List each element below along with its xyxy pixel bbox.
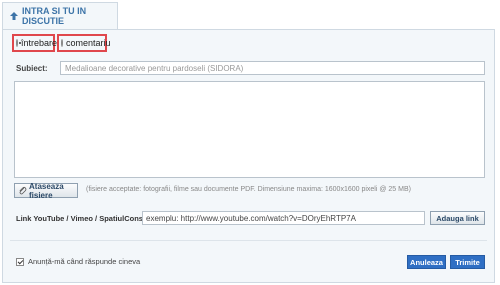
link-label: Link YouTube / Vimeo / SpatiulConstruit:	[16, 214, 161, 223]
radio-button-unchecked[interactable]	[61, 39, 63, 47]
attach-files-button[interactable]: Ataseaza fisiere	[14, 181, 78, 200]
paperclip-icon	[18, 186, 27, 196]
radio-intrebare-label: întrebare	[21, 38, 58, 48]
radio-comentariu-label: comentariu	[66, 38, 111, 48]
cancel-button[interactable]: Anuleaza	[407, 255, 446, 269]
add-link-button[interactable]: Adauga link	[430, 211, 485, 225]
notify-checkbox[interactable]	[16, 257, 24, 266]
subject-label: Subiect:	[16, 64, 48, 73]
divider	[10, 240, 487, 241]
notify-row[interactable]: Anunță-mă când răspunde cineva	[16, 257, 140, 266]
radio-comentariu[interactable]: comentariu	[57, 34, 111, 52]
arrow-up-icon	[9, 11, 19, 21]
attach-files-label: Ataseaza fisiere	[29, 181, 64, 200]
discussion-tab[interactable]: INTRA SI TU IN DISCUTIE	[2, 2, 118, 29]
tab-title: INTRA SI TU IN DISCUTIE	[22, 6, 87, 26]
submit-button[interactable]: Trimite	[450, 255, 485, 269]
radio-button-checked[interactable]	[16, 39, 21, 47]
notify-label: Anunță-mă când răspunde cineva	[28, 257, 141, 266]
attach-hint: (fisiere acceptate: fotografii, filme sa…	[86, 186, 411, 193]
link-input[interactable]: exemplu: http://www.youtube.com/watch?v=…	[142, 211, 425, 225]
radio-intrebare[interactable]: întrebare	[12, 34, 58, 52]
message-textarea[interactable]	[14, 81, 485, 178]
subject-input[interactable]: Medalioane decorative pentru pardoseli (…	[60, 61, 485, 75]
